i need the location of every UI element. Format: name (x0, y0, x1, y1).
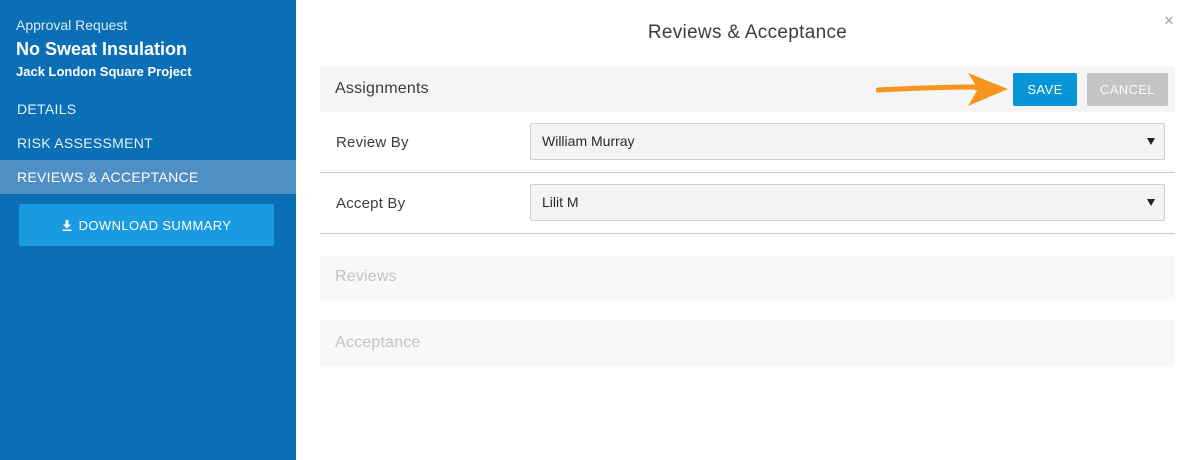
cancel-button[interactable]: CANCEL (1087, 73, 1168, 106)
accept-by-value: Lilit M (542, 194, 579, 210)
review-by-value: William Murray (542, 133, 635, 149)
request-type-label: Approval Request (16, 17, 128, 33)
acceptance-section-title: Acceptance (335, 334, 421, 351)
acceptance-section[interactable]: Acceptance (320, 320, 1175, 367)
nav-item-details[interactable]: DETAILS (0, 92, 296, 126)
accept-by-label: Accept By (336, 195, 406, 212)
nav-item-risk-assessment[interactable]: RISK ASSESSMENT (0, 126, 296, 160)
nav-item-reviews-acceptance[interactable]: REVIEWS & ACCEPTANCE (0, 160, 296, 194)
review-by-row: Review By William Murray (320, 112, 1175, 173)
request-title: No Sweat Insulation (16, 39, 188, 59)
assignments-title: Assignments (335, 80, 429, 97)
app-window: Approval Request No Sweat Insulation Jac… (0, 0, 1192, 460)
caret-down-icon (1147, 138, 1155, 145)
reviews-section-title: Reviews (335, 268, 397, 285)
save-button[interactable]: SAVE (1013, 73, 1077, 106)
review-by-select[interactable]: William Murray (530, 123, 1165, 160)
sidebar: Approval Request No Sweat Insulation Jac… (0, 0, 296, 460)
review-by-label: Review By (336, 134, 409, 151)
reviews-section[interactable]: Reviews (320, 256, 1175, 300)
accept-by-row: Accept By Lilit M (320, 173, 1175, 234)
download-summary-label: DOWNLOAD SUMMARY (78, 217, 232, 233)
download-icon (62, 219, 72, 231)
caret-down-icon (1147, 199, 1155, 206)
close-icon[interactable]: × (1160, 11, 1178, 31)
assignments-header: Assignments SAVE CANCEL (320, 67, 1175, 112)
project-name: Jack London Square Project (16, 64, 192, 79)
accept-by-select[interactable]: Lilit M (530, 184, 1165, 221)
modal-title: Reviews & Acceptance (647, 22, 848, 43)
annotation-arrow-icon (876, 73, 1008, 106)
download-summary-button[interactable]: DOWNLOAD SUMMARY (19, 204, 274, 246)
